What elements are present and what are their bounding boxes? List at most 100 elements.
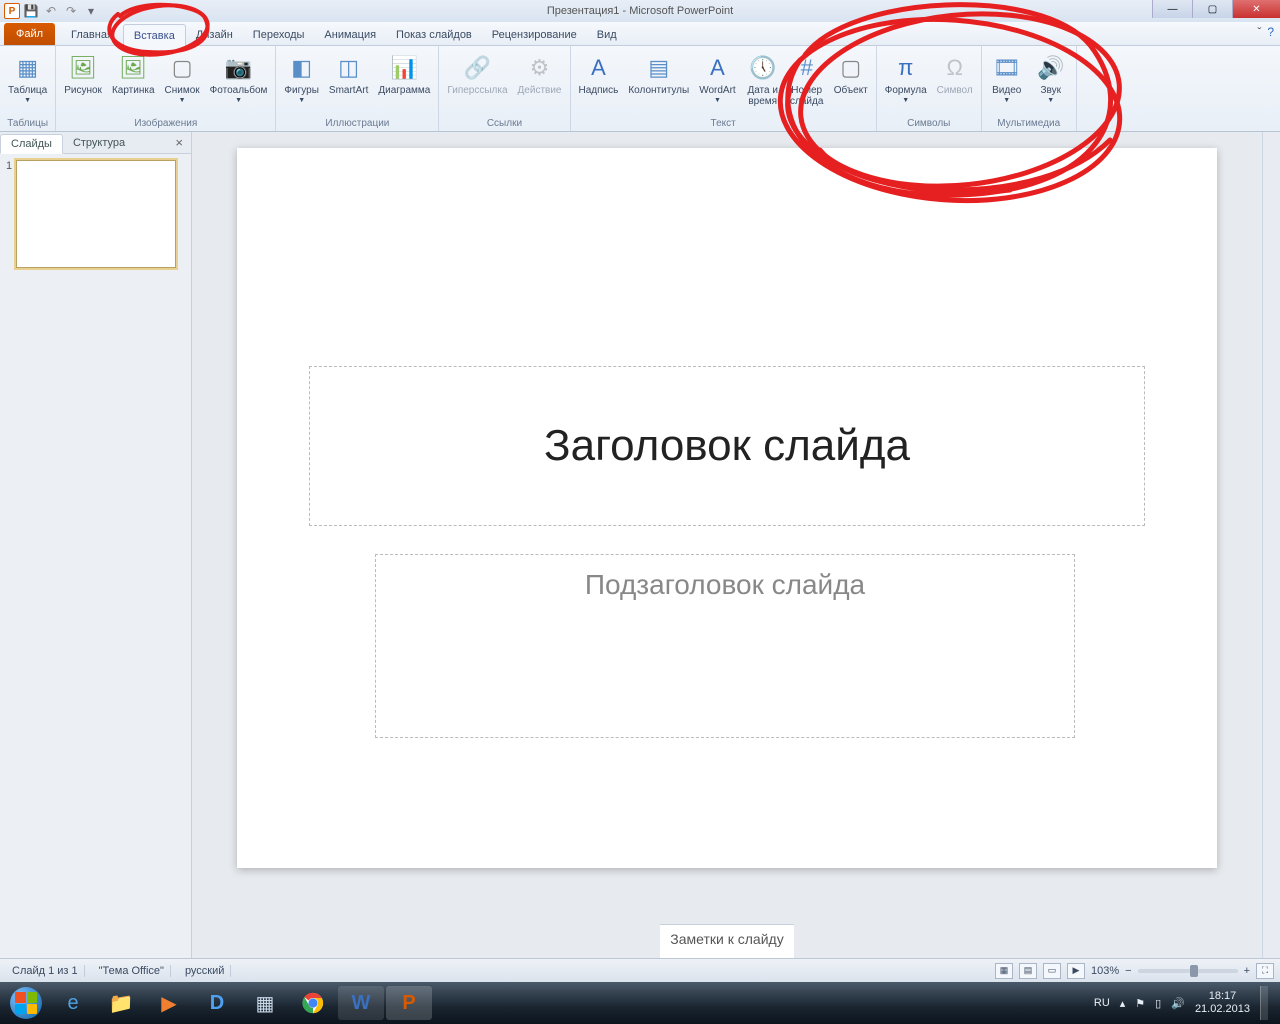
- workspace: Слайды Структура × 1 Заголовок слайда По…: [0, 132, 1280, 958]
- zoom-in-button[interactable]: +: [1244, 965, 1250, 977]
- taskbar-chrome-icon[interactable]: [290, 986, 336, 1020]
- ribbon-button[interactable]: ▦Таблица▼: [4, 50, 51, 106]
- taskbar-mediaplayer-icon[interactable]: ▶: [146, 986, 192, 1020]
- tray-clock[interactable]: 18:17 21.02.2013: [1195, 990, 1250, 1015]
- ribbon-button[interactable]: ▤Колонтитулы: [624, 50, 693, 98]
- tab-transitions[interactable]: Переходы: [243, 23, 315, 45]
- panel-close-icon[interactable]: ×: [167, 133, 191, 152]
- slide-canvas[interactable]: Заголовок слайда Подзаголовок слайда: [237, 148, 1217, 868]
- show-desktop-button[interactable]: [1260, 986, 1268, 1020]
- zoom-out-button[interactable]: −: [1125, 965, 1131, 977]
- view-slideshow-icon[interactable]: ▶: [1067, 963, 1085, 979]
- view-reading-icon[interactable]: ▭: [1043, 963, 1061, 979]
- file-tab[interactable]: Файл: [4, 23, 55, 45]
- subtitle-placeholder[interactable]: Подзаголовок слайда: [375, 554, 1075, 738]
- taskbar-powerpoint-icon[interactable]: P: [386, 986, 432, 1020]
- thumbnail-preview[interactable]: [16, 160, 176, 268]
- ribbon-button[interactable]: 🖼Рисунок: [60, 50, 106, 98]
- ribbon-button-icon: A: [701, 52, 733, 84]
- ribbon-button[interactable]: ▢Снимок▼: [161, 50, 204, 106]
- ribbon: ▦Таблица▼Таблицы🖼Рисунок🖼Картинка▢Снимок…: [0, 46, 1280, 132]
- view-sorter-icon[interactable]: ▤: [1019, 963, 1037, 979]
- tray-language[interactable]: RU: [1094, 997, 1110, 1009]
- ribbon-group: ▦Таблица▼Таблицы: [0, 46, 56, 131]
- ribbon-button-label: Фотоальбом: [210, 85, 268, 96]
- ribbon-button[interactable]: ▢Объект: [830, 50, 872, 98]
- slide-scroll[interactable]: Заголовок слайда Подзаголовок слайда: [192, 132, 1262, 924]
- ribbon-button[interactable]: AНадпись: [575, 50, 623, 98]
- ribbon-button[interactable]: 🔊Звук▼: [1030, 50, 1072, 106]
- ribbon-button-icon: 🖼: [117, 52, 149, 84]
- vertical-scrollbar[interactable]: [1262, 132, 1280, 958]
- ribbon-button[interactable]: ◧Фигуры▼: [280, 50, 322, 106]
- status-theme[interactable]: "Тема Office": [93, 965, 171, 977]
- ribbon-button[interactable]: πФормула▼: [881, 50, 931, 106]
- ribbon-button-icon: ◧: [286, 52, 318, 84]
- notes-pane[interactable]: Заметки к слайду: [660, 924, 793, 958]
- ribbon-button[interactable]: 📊Диаграмма: [374, 50, 434, 98]
- help-icon[interactable]: ?: [1267, 25, 1274, 39]
- zoom-slider[interactable]: [1138, 969, 1238, 973]
- tray-battery-icon[interactable]: ▯: [1155, 997, 1161, 1010]
- close-button[interactable]: ✕: [1232, 0, 1280, 18]
- taskbar-explorer-icon[interactable]: 📁: [98, 986, 144, 1020]
- ribbon-button-icon: ▦: [12, 52, 44, 84]
- tab-design[interactable]: Дизайн: [186, 23, 243, 45]
- ribbon-button-label: Формула: [885, 85, 927, 96]
- ribbon-group: 🖼Рисунок🖼Картинка▢Снимок▼📷Фотоальбом▼Изо…: [56, 46, 276, 131]
- tab-insert[interactable]: Вставка: [123, 24, 186, 46]
- thumbnail-number: 1: [6, 160, 12, 172]
- ribbon-button: ⚙Действие: [514, 50, 566, 98]
- tray-flag-icon[interactable]: ⚑: [1135, 997, 1145, 1010]
- ribbon-button-icon: ⚙: [524, 52, 556, 84]
- status-language[interactable]: русский: [179, 965, 231, 977]
- undo-icon[interactable]: ↶: [42, 2, 60, 20]
- ribbon-button-icon: π: [890, 52, 922, 84]
- ribbon-button[interactable]: #Номер слайда: [786, 50, 828, 109]
- thumbnail-item[interactable]: 1: [6, 160, 185, 268]
- panel-tab-slides[interactable]: Слайды: [0, 134, 63, 154]
- redo-icon[interactable]: ↷: [62, 2, 80, 20]
- ribbon-button-icon: 🕔: [747, 52, 779, 84]
- ribbon-button[interactable]: AWordArt▼: [695, 50, 740, 106]
- fit-to-window-icon[interactable]: ⛶: [1256, 963, 1274, 979]
- ribbon-button[interactable]: 🎞Видео▼: [986, 50, 1028, 106]
- taskbar-app-icon[interactable]: D: [194, 986, 240, 1020]
- ribbon-group: ◧Фигуры▼◫SmartArt📊ДиаграммаИллюстрации: [276, 46, 439, 131]
- ribbon-button[interactable]: 🖼Картинка: [108, 50, 159, 98]
- tab-home[interactable]: Главная: [61, 23, 123, 45]
- ribbon-button-icon: 🖼: [67, 52, 99, 84]
- tray-chevron-icon[interactable]: ▴: [1120, 997, 1126, 1010]
- qat-dropdown-icon[interactable]: ▾: [82, 2, 100, 20]
- tray-volume-icon[interactable]: 🔊: [1171, 997, 1185, 1010]
- tray-date: 21.02.2013: [1195, 1003, 1250, 1016]
- ribbon-group-label: Текст: [711, 118, 736, 131]
- panel-tab-outline[interactable]: Структура: [63, 134, 135, 152]
- ribbon-button-label: Дата и время: [747, 85, 778, 107]
- start-button[interactable]: [4, 985, 48, 1021]
- save-icon[interactable]: 💾: [22, 2, 40, 20]
- tab-slideshow[interactable]: Показ слайдов: [386, 23, 482, 45]
- dropdown-arrow-icon: ▼: [298, 97, 305, 104]
- taskbar-ie-icon[interactable]: e: [50, 986, 96, 1020]
- maximize-button[interactable]: ▢: [1192, 0, 1232, 18]
- ribbon-button-label: Номер слайда: [790, 85, 823, 107]
- minimize-button[interactable]: —: [1152, 0, 1192, 18]
- ribbon-button-label: Рисунок: [64, 85, 102, 96]
- ribbon-minimize-icon[interactable]: ˇ: [1257, 25, 1261, 39]
- ribbon-button[interactable]: ◫SmartArt: [325, 50, 372, 98]
- ribbon-button[interactable]: 📷Фотоальбом▼: [206, 50, 272, 106]
- view-normal-icon[interactable]: ▦: [995, 963, 1013, 979]
- panel-tabs: Слайды Структура ×: [0, 132, 191, 154]
- tab-view[interactable]: Вид: [587, 23, 627, 45]
- title-placeholder[interactable]: Заголовок слайда: [309, 366, 1145, 526]
- ribbon-button-label: Гиперссылка: [447, 85, 507, 96]
- ribbon-button: 🔗Гиперссылка: [443, 50, 511, 98]
- ribbon-button[interactable]: 🕔Дата и время: [742, 50, 784, 109]
- taskbar-word-icon[interactable]: W: [338, 986, 384, 1020]
- ribbon-button-label: Действие: [518, 85, 562, 96]
- taskbar-calc-icon[interactable]: ▦: [242, 986, 288, 1020]
- dropdown-arrow-icon: ▼: [1047, 97, 1054, 104]
- tab-animations[interactable]: Анимация: [314, 23, 386, 45]
- tab-review[interactable]: Рецензирование: [482, 23, 587, 45]
